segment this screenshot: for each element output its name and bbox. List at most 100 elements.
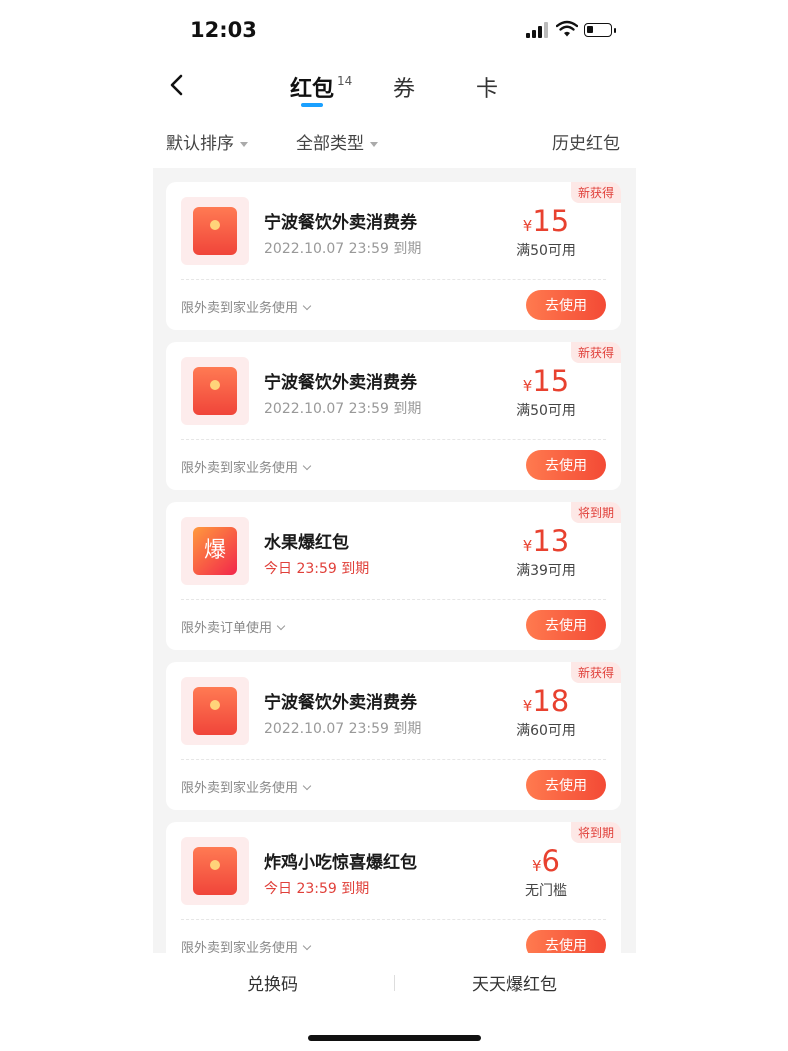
- currency-symbol: ¥: [522, 217, 533, 235]
- usage-scope-toggle[interactable]: 限外卖到家业务使用: [181, 297, 312, 316]
- wifi-icon: [556, 20, 578, 37]
- chevron-down-icon: [302, 301, 312, 311]
- card-divider: [181, 919, 606, 920]
- red-packet-card[interactable]: 炸鸡小吃惊喜爆红包 今日 23:59 到期 将到期 ¥6 无门槛 限外卖到家业务…: [166, 822, 621, 953]
- type-dropdown[interactable]: 全部类型: [296, 129, 378, 154]
- tab-red-packets-count: 14: [337, 74, 353, 88]
- status-icons: [526, 20, 618, 42]
- card-expiry: 今日 23:59 到期: [264, 561, 370, 577]
- card-divider: [181, 439, 606, 440]
- chevron-down-icon: [302, 781, 312, 791]
- red-packet-card[interactable]: 宁波餐饮外卖消费券 2022.10.07 23:59 到期 新获得 ¥15 满5…: [166, 342, 621, 490]
- price-amount: 13: [532, 524, 570, 558]
- filter-bar: 默认排序 全部类型 历史红包: [0, 118, 788, 162]
- card-title: 宁波餐饮外卖消费券: [264, 213, 417, 233]
- price-condition: 无门槛: [525, 883, 567, 899]
- battery-cap: [614, 28, 616, 33]
- chevron-down-icon: [276, 621, 286, 631]
- card-price: ¥15: [491, 364, 601, 398]
- card-price: ¥13: [491, 524, 601, 558]
- top-nav: 红包 14 券 卡: [0, 62, 788, 114]
- use-button[interactable]: 去使用: [526, 450, 606, 480]
- redeem-code-link[interactable]: 兑换码: [247, 970, 298, 995]
- usage-scope-text: 限外卖到家业务使用: [181, 941, 299, 953]
- card-price: ¥15: [491, 204, 601, 238]
- currency-symbol: ¥: [522, 537, 533, 555]
- price-amount: 6: [541, 844, 560, 878]
- daily-red-packet-link[interactable]: 天天爆红包: [472, 970, 557, 995]
- caret-down-icon: [240, 141, 248, 147]
- usage-scope-text: 限外卖订单使用: [181, 621, 273, 636]
- red-envelope-icon: [193, 207, 237, 255]
- price-condition: 满60可用: [516, 723, 576, 739]
- bottom-divider: [394, 975, 395, 991]
- status-badge: 将到期: [570, 502, 621, 523]
- status-bar: 12:03: [0, 0, 788, 62]
- card-divider: [181, 279, 606, 280]
- card-icon: [181, 357, 249, 425]
- type-dropdown-label: 全部类型: [296, 134, 364, 154]
- card-expiry: 今日 23:59 到期: [264, 881, 370, 897]
- caret-down-icon: [370, 141, 378, 147]
- sort-dropdown[interactable]: 默认排序: [166, 129, 248, 154]
- tab-coupons[interactable]: 券: [393, 71, 415, 103]
- price-amount: 15: [532, 364, 570, 398]
- card-title: 宁波餐饮外卖消费券: [264, 693, 417, 713]
- use-button[interactable]: 去使用: [526, 290, 606, 320]
- card-icon: [181, 197, 249, 265]
- use-button[interactable]: 去使用: [526, 610, 606, 640]
- card-expiry: 2022.10.07 23:59 到期: [264, 241, 422, 257]
- status-badge: 将到期: [570, 822, 621, 843]
- card-icon: 爆: [181, 517, 249, 585]
- usage-scope-toggle[interactable]: 限外卖到家业务使用: [181, 777, 312, 796]
- price-amount: 18: [532, 684, 570, 718]
- usage-scope-toggle[interactable]: 限外卖到家业务使用: [181, 457, 312, 476]
- use-button[interactable]: 去使用: [526, 930, 606, 953]
- card-price: ¥6: [491, 844, 601, 878]
- currency-symbol: ¥: [522, 697, 533, 715]
- red-envelope-icon: [193, 687, 237, 735]
- currency-symbol: ¥: [522, 377, 533, 395]
- tab-active-indicator: [301, 103, 323, 107]
- status-badge: 新获得: [570, 182, 621, 203]
- back-icon[interactable]: [164, 70, 194, 100]
- chevron-down-icon: [302, 461, 312, 471]
- usage-scope-text: 限外卖到家业务使用: [181, 461, 299, 476]
- card-divider: [181, 759, 606, 760]
- price-condition: 满50可用: [516, 403, 576, 419]
- card-divider: [181, 599, 606, 600]
- signal-icon: [526, 22, 548, 38]
- battery-icon: [584, 23, 612, 37]
- red-packet-card[interactable]: 宁波餐饮外卖消费券 2022.10.07 23:59 到期 新获得 ¥15 满5…: [166, 182, 621, 330]
- card-expiry: 2022.10.07 23:59 到期: [264, 401, 422, 417]
- card-expiry: 2022.10.07 23:59 到期: [264, 721, 422, 737]
- card-icon: [181, 837, 249, 905]
- usage-scope-text: 限外卖到家业务使用: [181, 301, 299, 316]
- red-packet-card[interactable]: 宁波餐饮外卖消费券 2022.10.07 23:59 到期 新获得 ¥18 满6…: [166, 662, 621, 810]
- card-price: ¥18: [491, 684, 601, 718]
- currency-symbol: ¥: [532, 857, 542, 875]
- usage-scope-toggle[interactable]: 限外卖订单使用: [181, 617, 286, 636]
- bao-icon: 爆: [193, 527, 237, 575]
- price-amount: 15: [532, 204, 570, 238]
- red-packet-list[interactable]: 宁波餐饮外卖消费券 2022.10.07 23:59 到期 新获得 ¥15 满5…: [153, 168, 636, 953]
- card-title: 炸鸡小吃惊喜爆红包: [264, 853, 417, 873]
- red-envelope-icon: [193, 847, 237, 895]
- card-title: 宁波餐饮外卖消费券: [264, 373, 417, 393]
- tab-red-packets[interactable]: 红包: [290, 71, 334, 103]
- usage-scope-toggle[interactable]: 限外卖到家业务使用: [181, 937, 312, 953]
- history-link[interactable]: 历史红包: [552, 129, 620, 154]
- status-time: 12:03: [190, 18, 257, 42]
- home-indicator[interactable]: [308, 1035, 481, 1041]
- price-condition: 满50可用: [516, 243, 576, 259]
- chevron-down-icon: [302, 941, 312, 951]
- card-icon: [181, 677, 249, 745]
- usage-scope-text: 限外卖到家业务使用: [181, 781, 299, 796]
- use-button[interactable]: 去使用: [526, 770, 606, 800]
- sort-dropdown-label: 默认排序: [166, 134, 234, 154]
- card-title: 水果爆红包: [264, 533, 349, 553]
- bottom-bar: 兑换码 天天爆红包: [0, 953, 788, 1013]
- red-packet-card[interactable]: 爆 水果爆红包 今日 23:59 到期 将到期 ¥13 满39可用 限外卖订单使…: [166, 502, 621, 650]
- price-condition: 满39可用: [516, 563, 576, 579]
- tab-cards[interactable]: 卡: [476, 71, 498, 103]
